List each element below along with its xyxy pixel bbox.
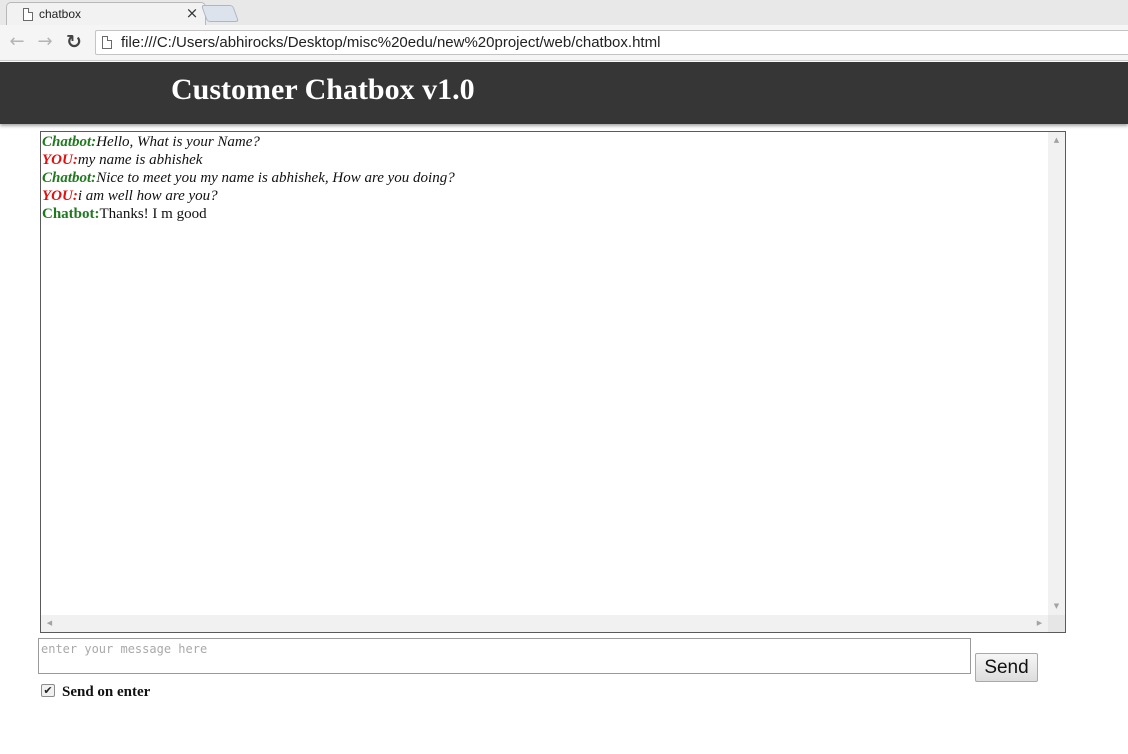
user-label: YOU: [42, 152, 78, 168]
chat-log[interactable]: Chatbot:Hello, What is your Name? YOU:my … [40, 131, 1066, 633]
reload-icon[interactable]: ↻ [62, 30, 86, 54]
chat-message: Chatbot:Hello, What is your Name? [42, 133, 1048, 151]
scroll-right-icon[interactable]: ▶ [1031, 615, 1048, 632]
message-list: Chatbot:Hello, What is your Name? YOU:my … [41, 132, 1048, 615]
message-text: Hello, What is your Name? [96, 134, 260, 150]
chat-message: Chatbot:Nice to meet you my name is abhi… [42, 169, 1048, 187]
tab-chatbox[interactable]: chatbox × [6, 2, 206, 26]
user-label: YOU: [42, 188, 78, 204]
chat-message: Chatbot:Thanks! I m good [42, 205, 1048, 223]
page-header: Customer Chatbox v1.0 [0, 62, 1128, 124]
scrollbar-corner [1048, 615, 1065, 632]
send-on-enter-checkbox[interactable]: ✔ [41, 684, 55, 697]
chat-message: YOU:my name is abhishek [42, 151, 1048, 169]
chat-message: YOU:i am well how are you? [42, 187, 1048, 205]
scroll-left-icon[interactable]: ◀ [41, 615, 58, 632]
chatbot-label: Chatbot: [42, 134, 97, 150]
message-input[interactable] [38, 638, 971, 674]
close-icon[interactable]: × [184, 5, 200, 21]
tab-strip: chatbox × [0, 0, 1128, 26]
page-icon [102, 36, 112, 49]
address-bar[interactable]: file:///C:/Users/abhirocks/Desktop/misc%… [95, 30, 1128, 55]
message-text: Thanks! I m good [99, 206, 207, 222]
new-tab-button[interactable] [200, 5, 240, 22]
tab-title: chatbox [39, 7, 82, 21]
message-text: Nice to meet you my name is abhishek, Ho… [96, 170, 455, 186]
document-icon [23, 8, 33, 21]
chatbot-label: Chatbot: [42, 170, 97, 186]
chatbot-label: Chatbot: [42, 206, 100, 222]
url-text[interactable]: file:///C:/Users/abhirocks/Desktop/misc%… [121, 34, 660, 51]
browser-toolbar: ← → ↻ file:///C:/Users/abhirocks/Desktop… [0, 25, 1128, 61]
send-on-enter-label: Send on enter [62, 684, 151, 700]
vertical-scrollbar[interactable]: ▲ ▼ [1048, 132, 1065, 615]
horizontal-scrollbar[interactable]: ◀ ▶ [41, 615, 1048, 632]
forward-arrow-icon[interactable]: → [33, 30, 57, 54]
scroll-up-icon[interactable]: ▲ [1048, 132, 1065, 149]
message-text: my name is abhishek [77, 152, 203, 168]
page-title: Customer Chatbox v1.0 [171, 73, 475, 106]
message-text: i am well how are you? [77, 188, 218, 204]
back-arrow-icon[interactable]: ← [5, 30, 29, 54]
send-button[interactable]: Send [975, 653, 1038, 682]
scroll-down-icon[interactable]: ▼ [1048, 598, 1065, 615]
